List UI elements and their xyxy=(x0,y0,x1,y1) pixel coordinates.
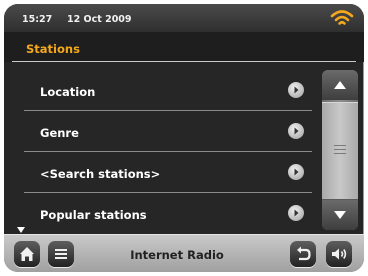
scroll-up-icon xyxy=(334,81,346,89)
radio-screen: 15:27 12 Oct 2009 Stations Location Genr… xyxy=(4,4,364,272)
thumb-grip xyxy=(334,153,346,154)
menu-item-label: Popular stations xyxy=(40,208,147,222)
chevron-right-circle-icon[interactable] xyxy=(288,205,304,221)
menu-item-genre[interactable]: Genre xyxy=(24,111,312,152)
status-bar: 15:27 12 Oct 2009 xyxy=(4,4,364,32)
back-icon xyxy=(297,246,311,261)
scrollbar[interactable] xyxy=(322,70,358,230)
triangle-down-icon xyxy=(17,227,25,233)
header: Stations xyxy=(4,32,364,62)
thumb-grip xyxy=(334,149,346,150)
footer-bar: Internet Radio xyxy=(4,234,364,272)
clock-date: 12 Oct 2009 xyxy=(67,14,132,25)
scrollbar-thumb[interactable] xyxy=(322,102,358,200)
menu-button[interactable] xyxy=(48,241,74,267)
back-button[interactable] xyxy=(290,241,316,267)
wifi-icon xyxy=(330,10,354,25)
menu-item-label: Genre xyxy=(40,126,79,140)
scroll-down-button[interactable] xyxy=(322,200,358,230)
scroll-up-button[interactable] xyxy=(322,70,358,100)
scroll-down-icon xyxy=(334,211,346,219)
chevron-right-circle-icon[interactable] xyxy=(288,164,304,180)
volume-icon xyxy=(332,248,347,260)
menu-item-label: <Search stations> xyxy=(40,167,161,181)
home-button[interactable] xyxy=(14,241,40,267)
menu-item-location[interactable]: Location xyxy=(24,70,312,111)
menu-item-popular-stations[interactable]: Popular stations xyxy=(24,193,312,233)
home-icon xyxy=(20,247,34,261)
volume-button[interactable] xyxy=(326,241,352,267)
station-menu-list: Location Genre <Search stations> Popular… xyxy=(4,62,320,234)
chevron-right-circle-icon[interactable] xyxy=(288,123,304,139)
menu-item-label: Location xyxy=(40,85,96,99)
thumb-grip xyxy=(334,145,346,146)
chevron-right-circle-icon[interactable] xyxy=(288,82,304,98)
mode-label: Internet Radio xyxy=(130,248,224,262)
menu-item-search-stations[interactable]: <Search stations> xyxy=(24,152,312,193)
menu-icon xyxy=(55,249,67,259)
clock-time: 15:27 xyxy=(22,14,53,25)
page-title: Stations xyxy=(26,42,80,56)
